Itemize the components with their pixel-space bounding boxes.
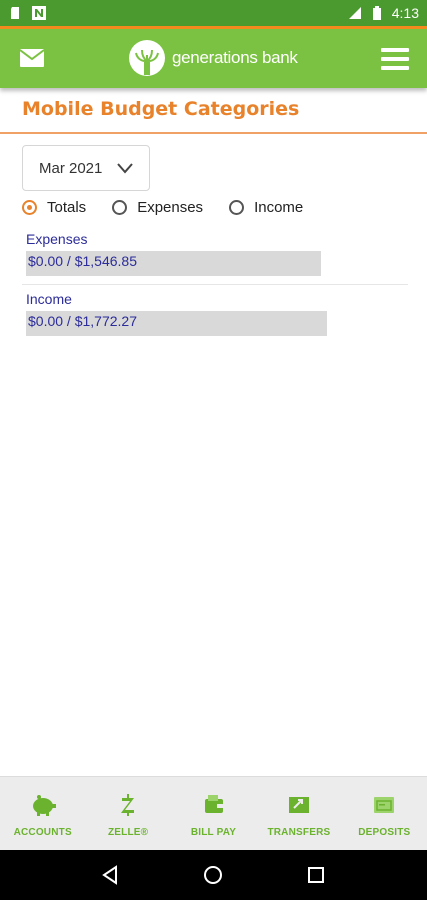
tab-label: ZELLE® [107,827,149,838]
tab-transfers[interactable]: TRANSFERS [256,777,341,850]
tab-label: DEPOSITS [358,827,411,838]
tab-label: ACCOUNTS [13,827,72,838]
tab-label: TRANSFERS [267,827,331,838]
hamburger-menu-icon[interactable] [381,48,409,70]
mail-icon[interactable] [20,49,44,67]
month-value: Mar 2021 [39,159,103,177]
wallet-icon [204,795,223,813]
filter-radio-group: Totals Expenses Income [22,199,329,216]
category-amount-bar: $0.00 / $1,772.27 [26,311,327,336]
radio-expenses[interactable]: Expenses [112,199,203,216]
radio-label: Expenses [137,199,204,216]
status-time: 4:13 [391,5,419,21]
category-label: Expenses [26,231,88,247]
month-dropdown[interactable]: Mar 2021 [22,145,150,191]
home-icon[interactable] [202,864,224,886]
check-deposit-icon [374,797,395,813]
n-notification-icon [32,6,46,20]
category-label: Income [26,291,72,307]
radio-checked-icon [22,200,37,215]
tab-bill-pay[interactable]: BILL PAY [171,777,256,850]
page-title: Mobile Budget Categories [22,98,300,120]
transfer-arrows-icon [288,797,309,813]
tab-deposits[interactable]: DEPOSITS [342,777,427,850]
radio-totals[interactable]: Totals [22,199,86,216]
system-nav-bar [0,850,427,900]
tab-accounts[interactable]: ACCOUNTS [0,777,85,850]
radio-unchecked-icon [112,200,128,215]
tab-zelle[interactable]: ZELLE® [85,777,170,850]
sd-card-icon [11,7,19,19]
radio-income[interactable]: Income [229,199,303,216]
category-amount-bar: $0.00 / $1,546.85 [26,251,321,276]
radio-label: Income [254,199,304,216]
list-divider [22,284,408,285]
bank-logo-text: generations bank [172,48,298,67]
back-icon[interactable] [100,864,122,886]
recents-icon[interactable] [305,864,327,886]
chevron-down-icon [117,163,133,174]
category-expenses[interactable]: Expenses $0.00 / $1,546.85 [26,231,321,276]
category-income[interactable]: Income $0.00 / $1,772.27 [26,291,327,336]
bank-logo: generations bank [128,39,298,77]
tree-logo-icon [129,40,165,76]
signal-icon [348,7,361,19]
status-bar: 4:13 [0,0,427,26]
radio-label: Totals [47,199,87,216]
piggy-bank-icon [32,795,56,816]
zelle-icon [121,794,135,816]
tab-label: BILL PAY [190,827,237,838]
bottom-tab-bar: ACCOUNTS ZELLE® BILL PAY TRANSFERS DEPOS… [0,776,427,850]
battery-icon [372,6,381,20]
app-root: 4:13 generations bank Mobile Budget Cate… [0,0,427,900]
radio-unchecked-icon [229,200,245,215]
title-divider [0,132,427,134]
app-header: generations bank [0,26,427,88]
